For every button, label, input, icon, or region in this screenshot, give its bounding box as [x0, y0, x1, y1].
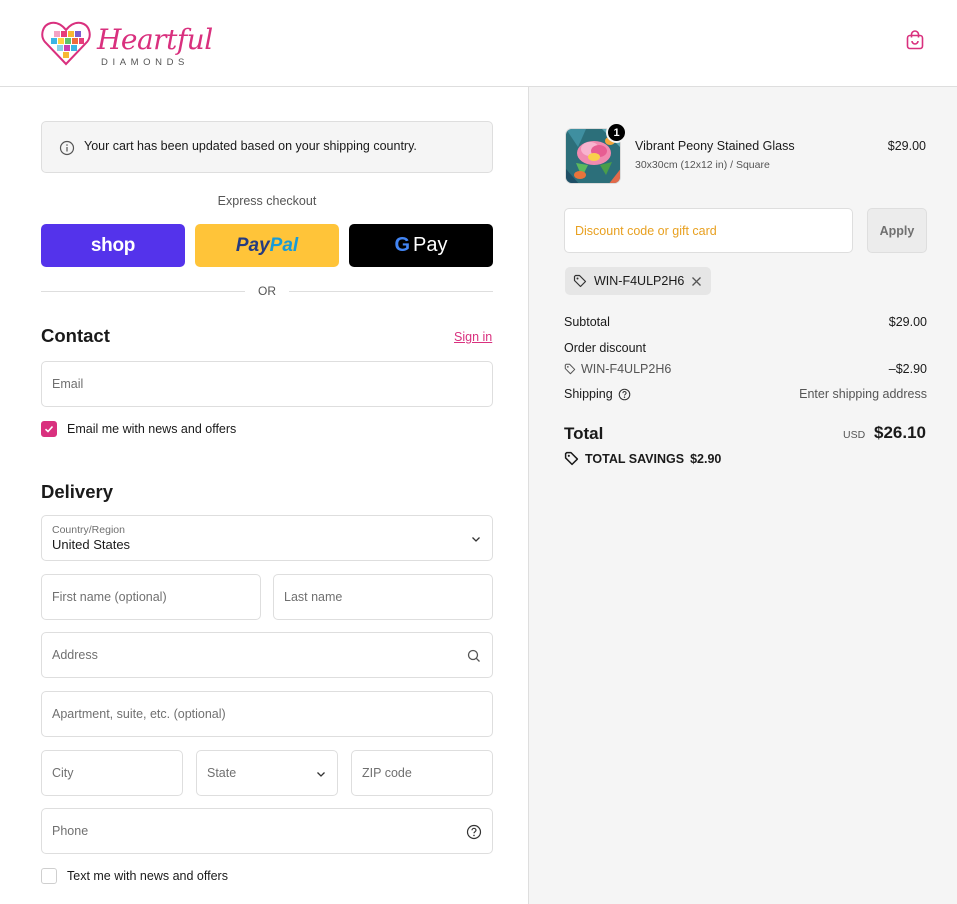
discount-code-field[interactable]: Discount code or gift card [564, 208, 853, 253]
country-label: Country/Region [52, 524, 125, 536]
help-circle-icon[interactable] [618, 388, 631, 401]
order-discount-row: Order discount [564, 341, 927, 357]
or-divider: OR [41, 283, 493, 299]
total-value: $26.10 [874, 423, 926, 442]
paypal-button[interactable]: PayPal [195, 224, 339, 267]
shop-pay-button[interactable]: shop [41, 224, 185, 267]
apartment-field[interactable]: Apartment, suite, etc. (optional) [41, 691, 493, 737]
last-name-placeholder: Last name [284, 590, 343, 604]
subtotal-value: $29.00 [888, 315, 927, 329]
email-news-label: Email me with news and offers [67, 422, 237, 436]
search-icon[interactable] [466, 648, 482, 664]
checkmark-icon [44, 425, 54, 433]
total-savings-row: TOTAL SAVINGS $2.90 [564, 451, 721, 466]
express-checkout-title: Express checkout [217, 194, 317, 208]
phone-placeholder: Phone [52, 824, 89, 838]
checkout-form-panel: Your cart has been updated based on your… [0, 87, 528, 904]
zip-field[interactable]: ZIP code [351, 750, 493, 796]
shipping-label-group: Shipping [564, 387, 631, 401]
country-select[interactable]: Country/Region United States [41, 515, 493, 561]
order-summary-panel: 1 Vibrant Peony Stained Glass 30x30cm (1… [528, 87, 957, 904]
city-placeholder: City [52, 766, 74, 780]
sms-news-label: Text me with news and offers [67, 869, 228, 883]
email-news-checkbox-row[interactable]: Email me with news and offers [41, 421, 236, 437]
paypal-label: PayPal [235, 234, 299, 256]
product-price: $29.00 [887, 139, 926, 153]
sms-news-checkbox-row[interactable]: Text me with news and offers [41, 868, 228, 884]
help-circle-icon[interactable] [466, 824, 482, 840]
first-name-field[interactable]: First name (optional) [41, 574, 261, 620]
last-name-field[interactable]: Last name [273, 574, 493, 620]
country-value: United States [52, 537, 131, 552]
tag-icon [564, 363, 576, 375]
total-savings-label: TOTAL SAVINGS [585, 451, 685, 466]
heart-diamond-logo-icon [41, 21, 91, 66]
google-pay-label: G Pay [394, 234, 448, 256]
remove-discount-button[interactable] [691, 276, 702, 287]
total-label: Total [564, 424, 604, 443]
product-name: Vibrant Peony Stained Glass [635, 139, 795, 153]
address-placeholder: Address [52, 648, 98, 662]
quantity-badge: 1 [606, 122, 627, 143]
subtotal-row: Subtotal $29.00 [564, 315, 927, 331]
order-discount-label: Order discount [564, 341, 646, 355]
tag-icon [573, 274, 587, 288]
apply-discount-button[interactable]: Apply [867, 208, 927, 253]
discount-code-placeholder: Discount code or gift card [575, 224, 717, 238]
discount-value: –$2.90 [888, 362, 927, 376]
delivery-title: Delivery [41, 481, 113, 502]
applied-discount-code: WIN-F4ULP2H6 [594, 274, 685, 288]
tag-icon [564, 451, 579, 466]
shipping-row: Shipping Enter shipping address [564, 387, 927, 403]
subtotal-label: Subtotal [564, 315, 610, 329]
chevron-down-icon [472, 537, 480, 542]
zip-placeholder: ZIP code [362, 766, 412, 780]
first-name-placeholder: First name (optional) [52, 590, 167, 604]
contact-title: Contact [41, 325, 110, 346]
state-select[interactable]: State [196, 750, 338, 796]
brand-name: Heartful [97, 23, 213, 56]
discount-code-line: WIN-F4ULP2H6 [564, 362, 671, 376]
shipping-value: Enter shipping address [799, 387, 927, 401]
state-placeholder: State [207, 766, 237, 780]
email-news-checkbox[interactable] [41, 421, 57, 437]
total-currency: USD [843, 429, 866, 441]
phone-field[interactable]: Phone [41, 808, 493, 854]
email-field[interactable]: Email [41, 361, 493, 407]
product-variant: 30x30cm (12x12 in) / Square [635, 159, 770, 171]
notice-text: Your cart has been updated based on your… [84, 139, 417, 153]
sms-news-checkbox[interactable] [41, 868, 57, 884]
applied-discount-tag: WIN-F4ULP2H6 [565, 267, 712, 295]
header: Heartful DIAMONDS [0, 0, 957, 87]
email-placeholder: Email [52, 377, 84, 391]
city-field[interactable]: City [41, 750, 183, 796]
address-field[interactable]: Address [41, 632, 493, 678]
shop-pay-label: shop [90, 234, 136, 256]
brand-logo[interactable]: Heartful DIAMONDS [40, 17, 215, 69]
cart-button[interactable] [904, 29, 926, 51]
sign-in-link[interactable]: Sign in [454, 330, 492, 344]
apartment-placeholder: Apartment, suite, etc. (optional) [52, 707, 226, 721]
close-icon [692, 276, 702, 286]
info-icon [59, 140, 75, 156]
total-savings-value: $2.90 [690, 451, 722, 466]
google-g-icon: G [394, 234, 411, 256]
brand-subtitle: DIAMONDS [101, 57, 189, 68]
google-pay-button[interactable]: G Pay [349, 224, 493, 267]
chevron-down-icon [317, 772, 325, 777]
discount-code-row: WIN-F4ULP2H6 –$2.90 [564, 362, 927, 378]
cart-updated-notice: Your cart has been updated based on your… [41, 121, 493, 173]
shopping-bag-icon [906, 30, 924, 50]
